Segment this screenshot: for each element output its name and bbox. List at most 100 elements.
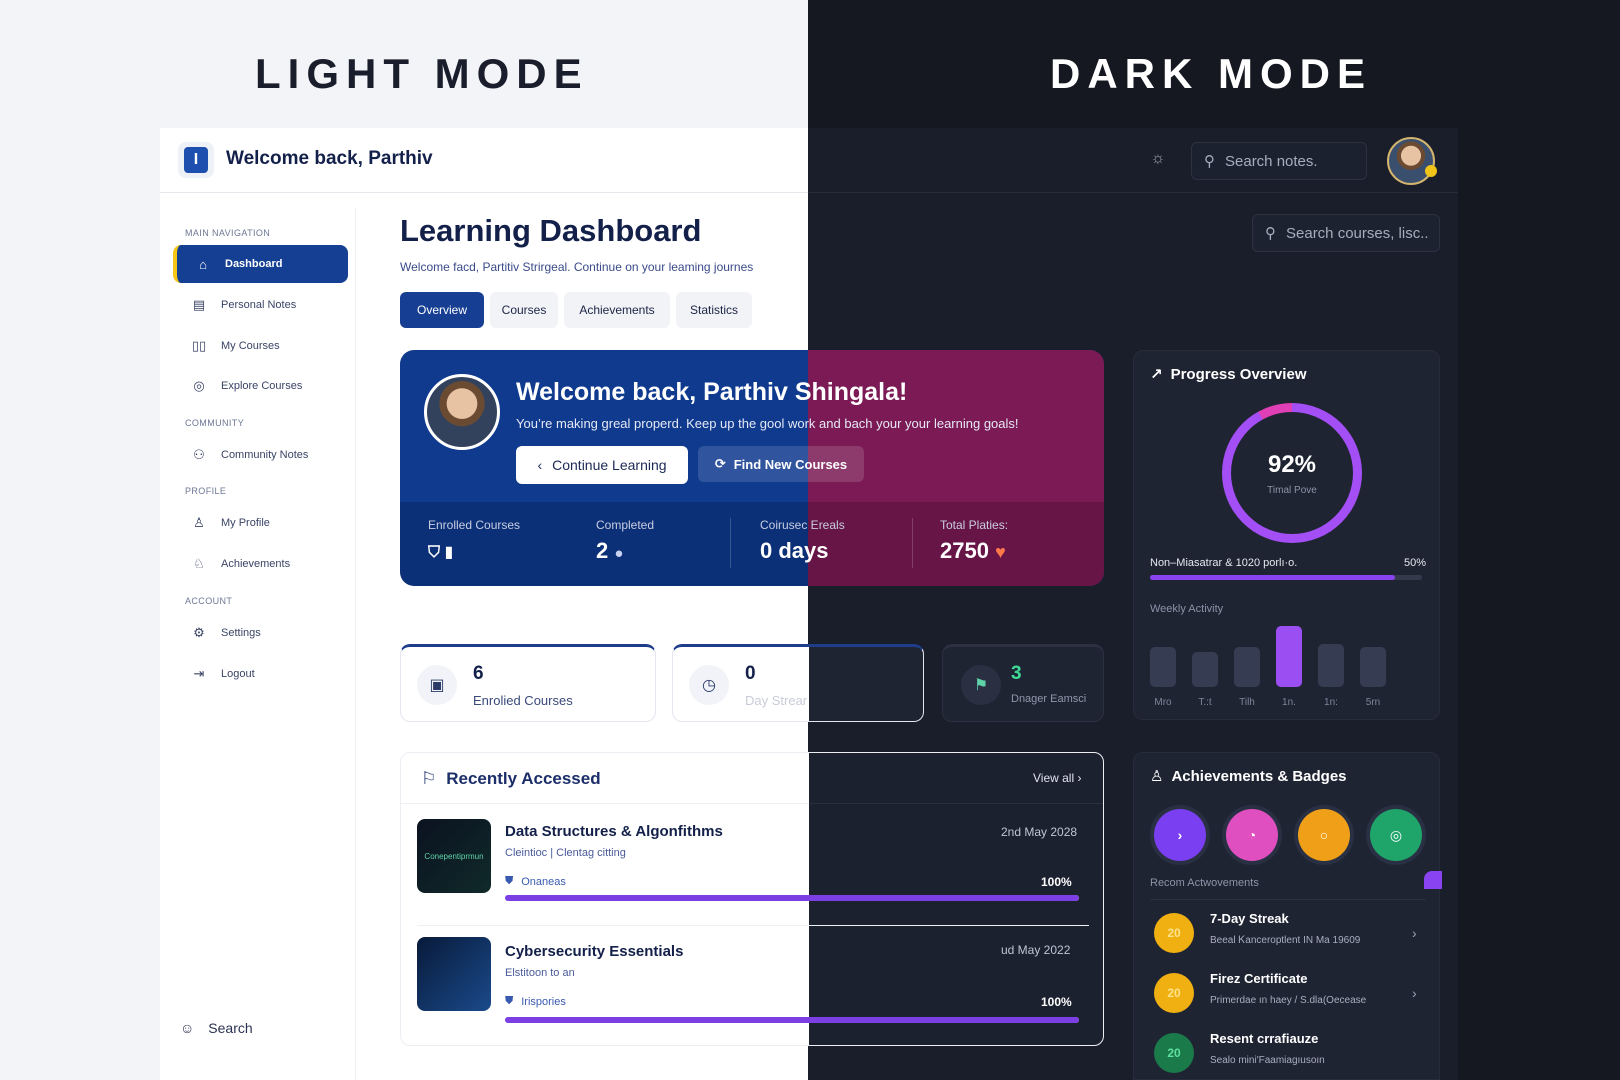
activity-bar (1276, 626, 1302, 687)
sidebar-item-logout[interactable]: ⇥ Logout (173, 655, 348, 693)
clock-icon: ◷ (689, 665, 729, 705)
progress-overview-panel: ↗ Progress Overview 92% Timal Pove Non–M… (1133, 350, 1440, 720)
stat-icons-enrolled: ⛉ ▮ (428, 544, 454, 561)
sidebar-item-label: Settings (221, 627, 261, 639)
course-progress-track (505, 1017, 1079, 1023)
badges-earned-card[interactable]: ⚑ 3 Dnager Eamsci (942, 644, 1104, 722)
course-meta: Cleintioc | Clentag citting (505, 847, 626, 859)
tab-overview[interactable]: Overview (400, 292, 484, 328)
badge-3[interactable]: ○ (1298, 809, 1350, 861)
app-logo[interactable]: I (178, 142, 214, 178)
sidebar-item-label: Explore Courses (221, 380, 303, 392)
section-community: COMMUNITY (185, 418, 245, 428)
stat-label-enrolled: Enrolled Courses (428, 518, 521, 532)
clipboard-icon: ▣ (417, 665, 457, 705)
chevron-right-icon: › (1077, 771, 1082, 785)
theme-toggle-icon[interactable]: ☼ (1147, 150, 1169, 172)
find-new-courses-button[interactable]: ⟳ Find New Courses (698, 446, 864, 482)
stat-points-number: 2750 (940, 538, 989, 563)
search-notes-input[interactable]: ⚲ Search notes. (1191, 142, 1367, 180)
search-courses-placeholder: Search courses, lisc.. (1286, 224, 1429, 242)
course-progress-fill (505, 1017, 1079, 1023)
card-number: 3 (1011, 663, 1022, 684)
recently-accessed-panel: ⚐ Recently Accessed View all › Conepenti… (400, 752, 1104, 1046)
topbar-welcome: Welcome back, Parthiv (226, 148, 433, 169)
view-all-link[interactable]: View all › (1033, 771, 1081, 785)
sidebar-item-explore-courses[interactable]: ◎ Explore Courses (173, 367, 348, 405)
sidebar-item-settings[interactable]: ⚙ Settings (173, 614, 348, 652)
badge-1[interactable]: › (1154, 809, 1206, 861)
sidebar-item-label: My Courses (221, 340, 280, 352)
stat-label-points: Total Platies: (940, 518, 1009, 532)
course-date: 2nd May 2028 (1001, 825, 1078, 839)
search-icon: ⟳ (714, 456, 726, 471)
sidebar-item-achievements[interactable]: ♘ Achievements (173, 545, 348, 583)
activity-day-label: T.:t (1198, 697, 1212, 708)
course-tag: ⛊ Onaneas (505, 875, 566, 888)
sidebar-item-my-courses[interactable]: ▯▯ My Courses (173, 327, 348, 365)
continue-learning-button[interactable]: ‹ Continue Learning (516, 446, 688, 484)
enrolled-courses-card[interactable]: ▣ 6 Enrolied Courses (400, 644, 656, 722)
shield-icon: ⛊ (505, 875, 514, 887)
sidebar-item-dashboard[interactable]: ⌂ Dashboard (173, 245, 348, 283)
welcome-banner: Welcome back, Parthiv Shingala! You’re m… (400, 350, 1104, 586)
sidebar-item-label: Logout (221, 668, 255, 680)
document-icon: ▤ (192, 297, 206, 312)
weekly-activity-label: Weekly Activity (1150, 603, 1224, 615)
recent-title-text: Recently Accessed (446, 769, 601, 788)
row-divider (417, 925, 1089, 926)
light-mode-heading: LIGHT MODE (255, 50, 589, 97)
course-date: ud May 2022 (1001, 943, 1071, 957)
badge-4[interactable]: ◎ (1370, 809, 1422, 861)
achievement-item[interactable]: 20 Firez Certificate Primerdae ın haey /… (1150, 969, 1426, 1025)
progress-title: ↗ Progress Overview (1150, 365, 1307, 384)
page-subtitle: Welcome facd, Partitiv Strirgeal. Contin… (400, 260, 754, 274)
course-progress-pct: 100% (1041, 875, 1072, 889)
progress-ring-label: Timal Pove (1267, 484, 1317, 496)
progress-title-text: Progress Overview (1170, 365, 1307, 383)
tab-achievements[interactable]: Achievements (564, 292, 670, 328)
stat-divider (730, 518, 731, 568)
sidebar-item-personal-notes[interactable]: ▤ Personal Notes (173, 286, 348, 324)
page-title: Learning Dashboard (400, 213, 702, 248)
sidebar-search-button[interactable]: ☺ Search (180, 1020, 253, 1036)
sidebar-item-my-profile[interactable]: ♙ My Profile (173, 504, 348, 542)
course-thumbnail[interactable]: Conepentiprmun (417, 819, 491, 893)
badge-2[interactable]: ◔ (1226, 809, 1278, 861)
tab-courses[interactable]: Courses (490, 292, 558, 328)
achievement-item[interactable]: 20 7-Day Streak Beeal Ꮶanceroptlent IN M… (1150, 909, 1426, 965)
stat-divider (912, 518, 913, 568)
chevron-right-icon: › (1412, 925, 1417, 941)
search-courses-input[interactable]: ⚲ Search courses, lisc.. (1252, 214, 1440, 252)
achievement-item[interactable]: 20 Resent crrafiauze Sealo mini'Faamiagı… (1150, 1029, 1426, 1080)
course-progress-pct: 100% (1041, 995, 1072, 1009)
section-profile: PROFILE (185, 486, 227, 496)
activity-day-label: Mro (1154, 697, 1172, 708)
sidebar-item-label: Personal Notes (221, 299, 297, 311)
activity-day-label: 1n. (1282, 697, 1296, 708)
book-icon: ▯▯ (191, 338, 207, 353)
progress-line-pct: 50% (1403, 557, 1426, 569)
gear-icon: ⚙ (193, 625, 205, 640)
home-icon: ⌂ (199, 256, 207, 272)
avatar-status-dot (1425, 165, 1437, 177)
achievements-title-text: Achievements & Badges (1171, 767, 1347, 785)
user-avatar[interactable] (1387, 137, 1435, 185)
stat-completed-number: 2 (596, 538, 609, 563)
course-title[interactable]: Data Structures & Algonfithms (505, 823, 723, 840)
toggle-icon: ● (614, 545, 624, 562)
activity-bar (1360, 647, 1386, 687)
activity-bar (1150, 647, 1176, 687)
course-thumbnail[interactable] (417, 937, 491, 1011)
card-number: 0 (745, 663, 756, 684)
tab-statistics[interactable]: Statistics (676, 292, 752, 328)
sidebar-item-community-notes[interactable]: ⚇ Community Notes (173, 436, 348, 474)
progress-line-track (1150, 575, 1422, 580)
section-account: ACCOUNT (185, 596, 233, 606)
topbar-divider-dark (808, 192, 1458, 193)
progress-ring-value: 92% (1267, 450, 1317, 478)
stat-value-completed: 2 ● (596, 538, 623, 564)
day-streak-card[interactable]: ◷ 0 Day Strear (672, 644, 924, 722)
course-title[interactable]: Cybersecurity Essentials (505, 943, 683, 960)
course-tag-label: Irispories (521, 995, 566, 1008)
